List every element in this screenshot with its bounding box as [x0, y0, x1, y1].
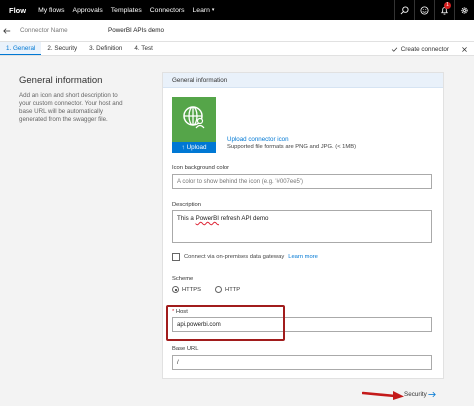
create-connector-label: Create connector: [400, 45, 449, 53]
tab-test[interactable]: 4. Test: [128, 42, 158, 55]
nav-icon-group: 1: [394, 0, 474, 20]
scheme-https-radio[interactable]: [172, 286, 179, 293]
icon-bg-label: Icon background color: [172, 165, 230, 171]
notifications-button[interactable]: 1: [434, 0, 454, 20]
scheme-http-radio[interactable]: [215, 286, 223, 293]
tab-definition[interactable]: 3. Definition: [83, 42, 128, 55]
upload-button[interactable]: ↑ Upload: [172, 142, 216, 153]
notification-badge: 1: [444, 2, 451, 9]
create-connector-button[interactable]: Create connector: [391, 46, 449, 53]
panel-title: General information: [163, 73, 443, 88]
host-highlight-box: [166, 305, 285, 341]
intro-title: General information: [19, 75, 103, 86]
tab-test-label: 4. Test: [134, 45, 153, 52]
nav-approvals[interactable]: Approvals: [69, 0, 107, 20]
close-icon: [462, 46, 467, 52]
tab-security-label: 2. Security: [47, 45, 78, 52]
globe-user-icon: [183, 106, 205, 129]
tab-definition-label: 3. Definition: [89, 45, 123, 52]
back-button[interactable]: [0, 27, 14, 35]
nav-learn[interactable]: Learn ▾: [189, 0, 219, 20]
step-actions: Create connector: [391, 42, 468, 56]
top-nav: Flow My flows Approvals Templates Connec…: [0, 0, 474, 20]
scheme-radio-group: HTTPS HTTP: [172, 286, 240, 293]
nav-templates[interactable]: Templates: [107, 0, 146, 20]
nav-learn-label: Learn: [192, 6, 210, 14]
red-pointer-arrow-icon: [362, 391, 404, 400]
brand-logo[interactable]: Flow: [0, 0, 34, 20]
chevron-down-icon: ▾: [211, 7, 215, 13]
gateway-label: Connect via on-premises data gateway: [184, 254, 285, 260]
description-text-end: refresh API demo: [218, 215, 269, 222]
upload-note: Supported file formats are PNG and JPG. …: [227, 144, 357, 150]
scheme-https-label: HTTPS: [182, 286, 202, 293]
arrow-right-icon[interactable]: [428, 391, 436, 398]
learn-more-link[interactable]: Learn more: [288, 254, 318, 260]
description-label: Description: [172, 202, 201, 208]
intro-text: Add an icon and short description to you…: [19, 92, 123, 123]
nav-connectors[interactable]: Connectors: [146, 0, 189, 20]
close-button[interactable]: [461, 46, 468, 53]
wizard-steps: 1. General 2. Security 3. Definition 4. …: [0, 42, 474, 56]
tab-security[interactable]: 2. Security: [41, 42, 83, 55]
search-icon: [400, 5, 409, 14]
connector-header: Connector Name PowerBI APIs demo: [0, 20, 474, 42]
base-url-label: Base URL: [172, 346, 199, 352]
arrow-left-icon: [3, 27, 11, 34]
scheme-label: Scheme: [172, 276, 194, 282]
description-textarea[interactable]: This a PowerBI refresh API demo: [172, 210, 432, 243]
scheme-https-option[interactable]: HTTPS: [172, 286, 201, 293]
base-url-input[interactable]: /: [172, 355, 432, 370]
nav-my-flows[interactable]: My flows: [34, 0, 68, 20]
scheme-http-label: HTTP: [225, 286, 241, 293]
icon-bg-color-input[interactable]: A color to show behind the icon (e.g. '#…: [172, 174, 432, 189]
scheme-http-option[interactable]: HTTP: [215, 286, 240, 293]
feedback-button[interactable]: [414, 0, 434, 20]
next-security-button[interactable]: Security: [404, 391, 427, 398]
settings-button[interactable]: [454, 0, 474, 20]
gear-icon: [461, 6, 468, 14]
description-text-start: This a: [177, 215, 196, 222]
search-button[interactable]: [394, 0, 414, 20]
gateway-checkbox[interactable]: [172, 253, 180, 261]
tab-general[interactable]: 1. General: [0, 42, 42, 55]
upload-connector-icon-link[interactable]: Upload connector icon: [227, 136, 289, 143]
connector-name-field[interactable]: Connector Name: [14, 27, 94, 34]
connector-title: PowerBI APIs demo: [108, 27, 164, 34]
description-text-brand: PowerBI: [195, 215, 219, 222]
gateway-checkbox-row: Connect via on-premises data gateway Lea…: [172, 253, 318, 261]
connector-icon-preview: ↑ Upload: [172, 97, 216, 153]
checkmark-icon: [391, 47, 397, 52]
smiley-icon: [420, 5, 429, 15]
upload-arrow-icon: ↑: [181, 144, 185, 151]
upload-button-label: Upload: [186, 144, 207, 151]
